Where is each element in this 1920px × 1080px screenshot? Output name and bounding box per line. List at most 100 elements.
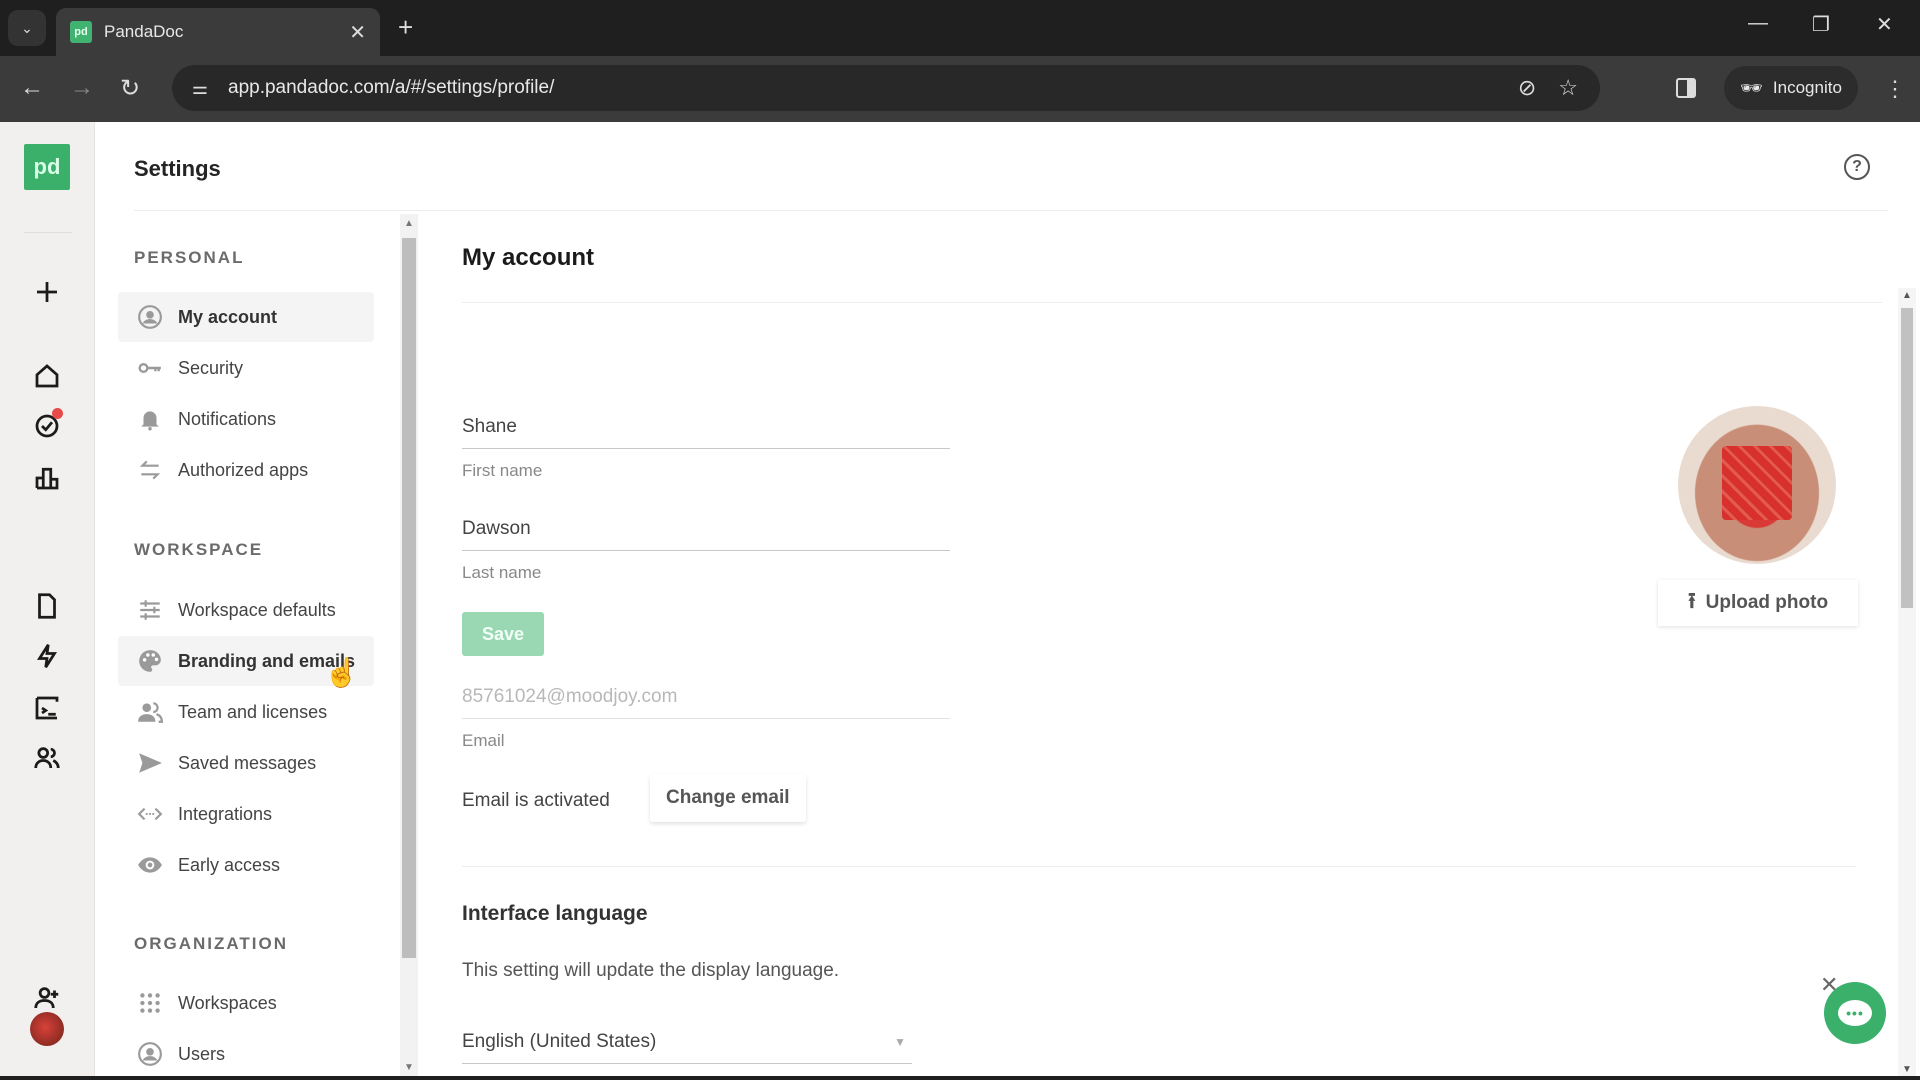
help-icon[interactable]: ?: [1844, 154, 1870, 180]
title-divider: [462, 302, 1882, 303]
automation-bolt-icon[interactable]: [27, 636, 67, 676]
reload-icon[interactable]: ↻: [120, 74, 140, 103]
nav-label: Workspace defaults: [178, 599, 336, 620]
profile-photo: [1678, 406, 1836, 564]
browser-menu-icon[interactable]: ⋮: [1884, 76, 1906, 102]
nav-item-my-account[interactable]: My account: [118, 292, 374, 342]
bell-icon: [136, 405, 164, 433]
code-icon: [136, 800, 164, 828]
scroll-down-icon[interactable]: ▼: [404, 1062, 414, 1073]
language-select[interactable]: English (United States) ▼: [462, 1020, 912, 1064]
address-bar[interactable]: ⚌ app.pandadoc.com/a/#/settings/profile/…: [172, 65, 1600, 111]
eye-off-icon[interactable]: ⊘: [1518, 75, 1536, 101]
save-button[interactable]: Save: [462, 612, 544, 656]
scroll-up-icon[interactable]: ▲: [404, 218, 414, 229]
nav-label: My account: [178, 306, 278, 327]
team-icon: [136, 698, 164, 726]
email-input: 85761024@moodjoy.com: [462, 686, 950, 719]
side-panel-icon[interactable]: [1676, 78, 1696, 98]
pandadoc-app: pd Settings ? PERSONAL My account Securi…: [0, 122, 1920, 1080]
main-scrollbar[interactable]: ▲ ▼: [1898, 288, 1916, 1080]
user-avatar[interactable]: [30, 1012, 64, 1046]
scrollbar-thumb[interactable]: [1901, 308, 1913, 608]
contacts-icon[interactable]: [27, 738, 67, 778]
nav-item-workspace-defaults[interactable]: Workspace defaults: [118, 585, 374, 635]
nav-item-users[interactable]: Users: [118, 1029, 374, 1079]
incognito-indicator[interactable]: 🕶 Incognito: [1724, 66, 1858, 110]
minimize-icon[interactable]: —: [1748, 12, 1768, 35]
change-email-button[interactable]: Change email: [650, 774, 806, 822]
email-status-text: Email is activated: [462, 790, 610, 811]
user-circle-icon: [136, 303, 164, 331]
incognito-label: Incognito: [1772, 78, 1842, 97]
upload-icon: ⭱: [1687, 588, 1696, 613]
nav-item-saved-messages[interactable]: Saved messages: [118, 738, 374, 788]
page-title: My account: [462, 244, 595, 271]
back-icon[interactable]: ←: [20, 74, 44, 102]
new-tab-button[interactable]: +: [398, 12, 413, 43]
tab-close-icon[interactable]: ✕: [349, 20, 366, 45]
scroll-down-icon[interactable]: ▼: [1902, 1064, 1912, 1075]
bottom-edge: [0, 1076, 1920, 1080]
restore-icon[interactable]: ❐: [1812, 12, 1830, 37]
site-info-icon[interactable]: ⚌: [180, 78, 220, 99]
reports-chart-icon[interactable]: [27, 458, 67, 498]
nav-item-integrations[interactable]: Integrations: [118, 789, 374, 839]
upload-photo-button[interactable]: ⭱ Upload photo: [1658, 580, 1858, 626]
tab-search-button[interactable]: ⌄: [8, 10, 46, 46]
tasks-check-icon[interactable]: [27, 406, 67, 446]
last-name-input[interactable]: Dawson: [462, 518, 950, 551]
notification-dot: [52, 408, 63, 419]
nav-item-security[interactable]: Security: [118, 343, 374, 393]
nav-item-workspaces[interactable]: Workspaces: [118, 978, 374, 1028]
first-name-input[interactable]: Shane: [462, 416, 950, 449]
templates-icon[interactable]: [27, 688, 67, 728]
nav-label: Authorized apps: [178, 459, 309, 480]
nav-label: Notifications: [178, 408, 277, 429]
settings-nav-scrollbar[interactable]: ▲ ▼: [400, 214, 418, 1080]
language-section-title: Interface language: [462, 902, 648, 925]
nav-label: Workspaces: [178, 992, 277, 1013]
url-text[interactable]: app.pandadoc.com/a/#/settings/profile/: [228, 77, 1518, 99]
scroll-up-icon[interactable]: ▲: [1902, 290, 1912, 301]
last-name-label: Last name: [462, 563, 542, 582]
palette-icon: [136, 647, 164, 675]
nav-label: Saved messages: [178, 752, 317, 773]
last-name-field[interactable]: Dawson Last name: [462, 518, 950, 583]
send-icon: [136, 749, 164, 777]
left-rail: pd: [0, 122, 95, 1080]
nav-item-notifications[interactable]: Notifications: [118, 394, 374, 444]
email-field: 85761024@moodjoy.com Email: [462, 686, 950, 751]
section-workspace: WORKSPACE: [134, 540, 264, 559]
documents-icon[interactable]: [27, 586, 67, 626]
home-icon[interactable]: [27, 356, 67, 396]
nav-label: Security: [178, 357, 244, 378]
bookmark-star-icon[interactable]: ☆: [1558, 75, 1578, 101]
nav-item-team-and-licenses[interactable]: Team and licenses: [118, 687, 374, 737]
nav-item-early-access[interactable]: Early access: [118, 840, 374, 890]
browser-tab[interactable]: pd PandaDoc ✕: [56, 8, 380, 56]
first-name-label: First name: [462, 461, 543, 480]
scrollbar-thumb[interactable]: [402, 238, 416, 958]
email-label: Email: [462, 731, 505, 750]
rail-divider: [24, 232, 72, 233]
first-name-field[interactable]: Shane First name: [462, 416, 950, 481]
nav-label: Integrations: [178, 803, 273, 824]
grid-icon: [136, 989, 164, 1017]
nav-label: Team and licenses: [178, 701, 328, 722]
create-plus-icon[interactable]: [27, 272, 67, 312]
hand-cursor-icon: ☝: [324, 657, 359, 688]
settings-nav: PERSONAL My account Security Notificatio…: [118, 210, 418, 1080]
chat-widget-button[interactable]: •••: [1824, 982, 1886, 1044]
language-description: This setting will update the display lan…: [462, 960, 840, 981]
section-organization: ORGANIZATION: [134, 934, 289, 953]
window-close-icon[interactable]: ✕: [1876, 12, 1893, 37]
key-icon: [136, 354, 164, 382]
pandadoc-favicon-icon: pd: [70, 21, 92, 43]
chevron-down-icon: ▼: [894, 1034, 906, 1049]
nav-item-authorized-apps[interactable]: Authorized apps: [118, 445, 374, 495]
forward-icon[interactable]: →: [70, 74, 94, 102]
incognito-icon: 🕶: [1740, 77, 1763, 98]
pandadoc-logo[interactable]: pd: [24, 144, 70, 190]
account-panel: My account Shane First name Dawson Last …: [462, 210, 1892, 1080]
